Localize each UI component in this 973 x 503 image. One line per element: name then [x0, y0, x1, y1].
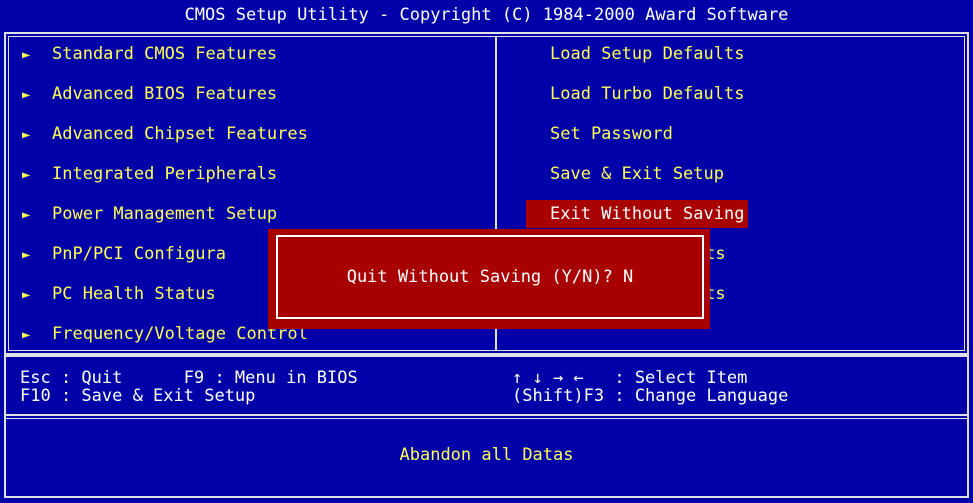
menu-item-load-setup-defaults[interactable]: Load Setup Defaults [550, 40, 748, 80]
quit-confirm-dialog[interactable]: Quit Without Saving (Y/N)? N [276, 235, 704, 319]
submenu-arrow-icon: ► [22, 207, 31, 223]
help-separator [6, 414, 967, 416]
menu-item-pnp-pci[interactable]: ► PnP/PCI Configura [22, 240, 308, 280]
help-keys-left-2: F10 : Save & Exit Setup [20, 386, 256, 406]
menu-item-power-management[interactable]: ► Power Management Setup [22, 200, 308, 240]
help-keys-right-1: ↑ ↓ → ← : Select Item [512, 368, 748, 388]
help-separator-inner [6, 418, 967, 419]
submenu-arrow-icon: ► [22, 287, 31, 303]
submenu-arrow-icon: ► [22, 87, 31, 103]
menu-item-load-turbo-defaults[interactable]: Load Turbo Defaults [550, 80, 748, 120]
menu-item-pc-health[interactable]: ► PC Health Status [22, 280, 308, 320]
menu-item-save-exit[interactable]: Save & Exit Setup [550, 160, 748, 200]
submenu-arrow-icon: ► [22, 247, 31, 263]
submenu-arrow-icon: ► [22, 127, 31, 143]
title-bar: CMOS Setup Utility - Copyright (C) 1984-… [0, 0, 973, 30]
help-keys-right-2: (Shift)F3 : Change Language [512, 386, 789, 406]
menu-item-frequency-voltage[interactable]: ► Frequency/Voltage Control [22, 320, 308, 360]
menu-item-advanced-chipset[interactable]: ► Advanced Chipset Features [22, 120, 308, 160]
left-menu: ► Standard CMOS Features ► Advanced BIOS F… [22, 40, 308, 360]
help-keys-left-1: Esc : Quit F9 : Menu in BIOS [20, 368, 358, 388]
menu-item-integrated-peripherals[interactable]: ► Integrated Peripherals [22, 160, 308, 200]
submenu-arrow-icon: ► [22, 167, 31, 183]
dialog-prompt[interactable]: Quit Without Saving (Y/N)? N [278, 267, 702, 287]
menu-item-standard-cmos[interactable]: ► Standard CMOS Features [22, 40, 308, 80]
menu-item-set-password[interactable]: Set Password [550, 120, 748, 160]
submenu-arrow-icon: ► [22, 47, 31, 63]
status-line: Abandon all Datas [399, 445, 574, 465]
submenu-arrow-icon: ► [22, 327, 31, 343]
menu-item-advanced-bios[interactable]: ► Advanced BIOS Features [22, 80, 308, 120]
